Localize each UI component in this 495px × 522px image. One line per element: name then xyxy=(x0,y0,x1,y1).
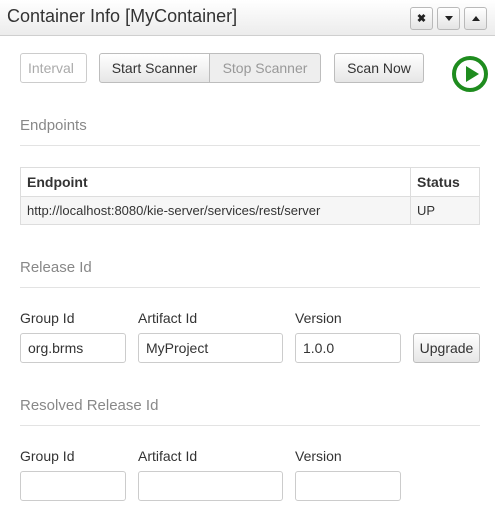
close-button[interactable]: ✖ xyxy=(410,7,433,30)
close-icon: ✖ xyxy=(416,13,427,25)
resolved-artifact-id-input[interactable] xyxy=(138,471,283,501)
caret-up-icon xyxy=(471,16,480,21)
caret-down-icon xyxy=(444,16,453,21)
endpoints-divider xyxy=(20,145,480,146)
start-scanner-button[interactable]: Start Scanner xyxy=(99,53,210,83)
stop-scanner-button[interactable]: Stop Scanner xyxy=(209,53,321,83)
endpoint-cell: http://localhost:8080/kie-server/service… xyxy=(20,196,411,225)
window-title: Container Info [MyContainer] xyxy=(7,6,238,26)
resolved-release-id-divider xyxy=(20,425,480,426)
scan-now-button[interactable]: Scan Now xyxy=(334,53,424,83)
endpoints-heading: Endpoints xyxy=(20,117,87,134)
group-id-input[interactable] xyxy=(20,333,126,363)
endpoints-table: Endpoint Status http://localhost:8080/ki… xyxy=(20,167,480,225)
release-id-heading: Release Id xyxy=(20,259,92,276)
version-input[interactable] xyxy=(295,333,401,363)
column-header-status: Status xyxy=(410,167,480,197)
artifact-id-input[interactable] xyxy=(138,333,283,363)
resolved-group-id-input[interactable] xyxy=(20,471,126,501)
window-header: Container Info [MyContainer] ✖ xyxy=(0,0,495,36)
group-id-label: Group Id xyxy=(20,310,75,326)
interval-input[interactable] xyxy=(20,53,87,83)
resolved-version-label: Version xyxy=(295,448,342,464)
column-header-endpoint: Endpoint xyxy=(20,167,411,197)
upgrade-button[interactable]: Upgrade xyxy=(413,333,480,363)
version-label: Version xyxy=(295,310,342,326)
collapse-button[interactable] xyxy=(437,7,460,30)
resolved-release-id-heading: Resolved Release Id xyxy=(20,397,159,414)
play-circle-icon[interactable] xyxy=(452,56,488,92)
table-row: http://localhost:8080/kie-server/service… xyxy=(20,196,480,225)
status-cell: UP xyxy=(410,196,480,225)
resolved-group-id-label: Group Id xyxy=(20,448,75,464)
resolved-artifact-id-label: Artifact Id xyxy=(138,448,198,464)
artifact-id-label: Artifact Id xyxy=(138,310,198,326)
play-triangle xyxy=(466,66,479,82)
table-header-row: Endpoint Status xyxy=(20,167,480,197)
release-id-divider xyxy=(20,287,480,288)
maximize-button[interactable] xyxy=(464,7,487,30)
resolved-version-input[interactable] xyxy=(295,471,401,501)
